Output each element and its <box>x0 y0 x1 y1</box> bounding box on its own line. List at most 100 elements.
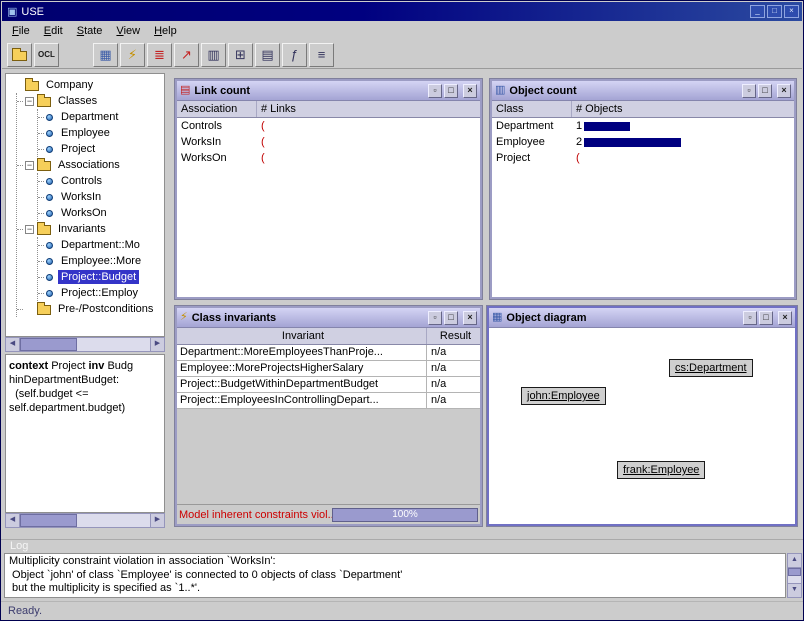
scroll-right-icon[interactable]: ▶ <box>150 337 165 352</box>
log-vscroll-thumb[interactable] <box>788 568 801 576</box>
tree-item-controls[interactable]: Controls <box>38 173 164 189</box>
association-view-button[interactable]: ↗ <box>174 43 199 67</box>
object-diagram-title: Object diagram <box>506 312 586 324</box>
log-text[interactable]: Multiplicity constraint violation in ass… <box>4 553 786 598</box>
window-minimize-button[interactable]: _ <box>750 5 765 18</box>
table-row[interactable]: Department1 <box>492 118 794 134</box>
tree-item-label: Controls <box>58 174 105 188</box>
tree-item-pre-postconditions[interactable]: Pre-/Postconditions <box>17 301 164 317</box>
class-invariants-view-button[interactable]: ⚡ <box>120 43 145 67</box>
menu-edit[interactable]: Edit <box>37 22 70 40</box>
object-count-view-button[interactable]: ⊞ <box>228 43 253 67</box>
menu-state[interactable]: State <box>70 22 110 40</box>
collapse-handle-icon[interactable]: − <box>25 161 34 170</box>
table-row[interactable]: Project::EmployeesInControllingDepart...… <box>177 393 480 409</box>
table-row[interactable]: Employee2 <box>492 134 794 150</box>
object-node-cs-department[interactable]: cs:Department <box>669 359 753 377</box>
create-class-diagram-button[interactable]: ▦ <box>93 43 118 67</box>
class-invariants-iconify-button[interactable]: ▫ <box>428 311 442 325</box>
scroll-down-icon[interactable]: ▼ <box>787 583 802 598</box>
tree-item-invariants[interactable]: −Invariants <box>17 221 164 237</box>
sequence-diagram-view-button[interactable]: ƒ <box>282 43 307 67</box>
object-diagram-titlebar[interactable]: ▦ Object diagram ▫ □ × <box>489 308 795 328</box>
object-count-titlebar[interactable]: ▥ Object count ▫ □ × <box>492 81 794 101</box>
row-value: ( <box>257 120 480 132</box>
tree-hscroll-thumb[interactable] <box>20 338 77 351</box>
row-value: ( <box>572 152 794 164</box>
link-count-close-button[interactable]: × <box>463 84 477 98</box>
tree-item-project-employ[interactable]: Project::Employ <box>38 285 164 301</box>
class-invariants-titlebar[interactable]: ⚡ Class invariants ▫ □ × <box>177 308 480 328</box>
table-row[interactable]: WorksOn( <box>177 150 480 166</box>
tree-item-workson[interactable]: WorksOn <box>38 205 164 221</box>
table-row[interactable]: Employee::MoreProjectsHigherSalaryn/a <box>177 361 480 377</box>
object-diagram-close-button[interactable]: × <box>778 311 792 325</box>
open-specification-button[interactable] <box>7 43 32 67</box>
tree-item-company[interactable]: Company <box>8 77 164 93</box>
link-count-titlebar[interactable]: ▤ Link count ▫ □ × <box>177 81 480 101</box>
tree-item-worksin[interactable]: WorksIn <box>38 189 164 205</box>
tree-connector <box>38 117 44 118</box>
link-count-iconify-button[interactable]: ▫ <box>428 84 442 98</box>
tree-item-label: Company <box>43 78 96 92</box>
tree-hscroll-track[interactable] <box>20 337 150 352</box>
scroll-left-icon[interactable]: ◀ <box>5 337 20 352</box>
class-invariants-frame-buttons: ▫ □ × <box>428 311 477 325</box>
tree-item-department[interactable]: Department <box>38 109 164 125</box>
tree-item-label: Employee <box>58 126 113 140</box>
object-node-frank-employee[interactable]: frank:Employee <box>617 461 705 479</box>
object-count-maximize-button[interactable]: □ <box>758 84 772 98</box>
tree-item-classes[interactable]: − Classes <box>17 93 164 109</box>
window-close-button[interactable]: × <box>784 5 799 18</box>
detail-hscrollbar[interactable]: ◀ ▶ <box>5 513 165 528</box>
menu-help[interactable]: Help <box>147 22 184 40</box>
state-browser-view-button[interactable]: ▥ <box>201 43 226 67</box>
create-class-diagram-icon: ▦ <box>99 48 111 61</box>
class-extent-view-button[interactable]: ≣ <box>147 43 172 67</box>
menu-file[interactable]: File <box>5 22 37 40</box>
tree-item-employee[interactable]: Employee <box>38 125 164 141</box>
object-diagram-maximize-button[interactable]: □ <box>759 311 773 325</box>
class-invariants-close-button[interactable]: × <box>463 311 477 325</box>
window-titlebar[interactable]: ▣ USE _ □ × <box>2 2 802 21</box>
table-row[interactable]: Project( <box>492 150 794 166</box>
menu-view[interactable]: View <box>109 22 147 40</box>
collapse-handle-icon[interactable]: − <box>25 97 34 106</box>
collapse-handle-icon[interactable]: − <box>25 225 34 234</box>
tree-item-department-mo[interactable]: Department::Mo <box>38 237 164 253</box>
tree-item-employee-more[interactable]: Employee::More <box>38 253 164 269</box>
tree-item-project-budget[interactable]: Project::Budget <box>38 269 164 285</box>
scroll-up-icon[interactable]: ▲ <box>787 553 802 568</box>
object-count-close-button[interactable]: × <box>777 84 791 98</box>
class-invariants-maximize-button[interactable]: □ <box>444 311 458 325</box>
tree-item-project[interactable]: Project <box>38 141 164 157</box>
link-count-view-button[interactable]: ▤ <box>255 43 280 67</box>
table-row[interactable]: WorksIn( <box>177 134 480 150</box>
scroll-left-icon[interactable]: ◀ <box>5 513 20 528</box>
detail-hscroll-track[interactable] <box>20 513 150 528</box>
count-text: 2 <box>576 136 582 148</box>
scroll-right-icon[interactable]: ▶ <box>150 513 165 528</box>
object-node-john-employee[interactable]: john:Employee <box>521 387 606 405</box>
command-list-view-button[interactable]: ≡ <box>309 43 334 67</box>
object-diagram-canvas[interactable]: cs:Department john:Employee frank:Employee <box>489 328 795 524</box>
tree-item-associations[interactable]: −Associations <box>17 157 164 173</box>
window-maximize-button[interactable]: □ <box>767 5 782 18</box>
detail-hscroll-thumb[interactable] <box>20 514 77 527</box>
tree-hscrollbar[interactable]: ◀ ▶ <box>5 337 165 352</box>
link-count-maximize-button[interactable]: □ <box>444 84 458 98</box>
table-row[interactable]: Controls( <box>177 118 480 134</box>
menu-mnemonic: E <box>44 25 51 37</box>
tree-item-label: Classes <box>55 94 100 108</box>
log-vscrollbar[interactable]: ▲ ▼ <box>787 553 802 598</box>
evaluate-ocl-button[interactable]: OCL <box>34 43 59 67</box>
tree-item-label: Project::Budget <box>58 270 139 284</box>
window-title: USE <box>21 6 44 18</box>
log-vscroll-track[interactable] <box>787 568 802 583</box>
table-row[interactable]: Department::MoreEmployeesThanProje...n/a <box>177 345 480 361</box>
table-row[interactable]: Project::BudgetWithinDepartmentBudgetn/a <box>177 377 480 393</box>
object-diagram-iconify-button[interactable]: ▫ <box>743 311 757 325</box>
link-count-window: ▤ Link count ▫ □ × Association# LinksCon… <box>175 79 482 299</box>
tree-group: ControlsWorksInWorksOn <box>37 173 164 221</box>
object-count-iconify-button[interactable]: ▫ <box>742 84 756 98</box>
